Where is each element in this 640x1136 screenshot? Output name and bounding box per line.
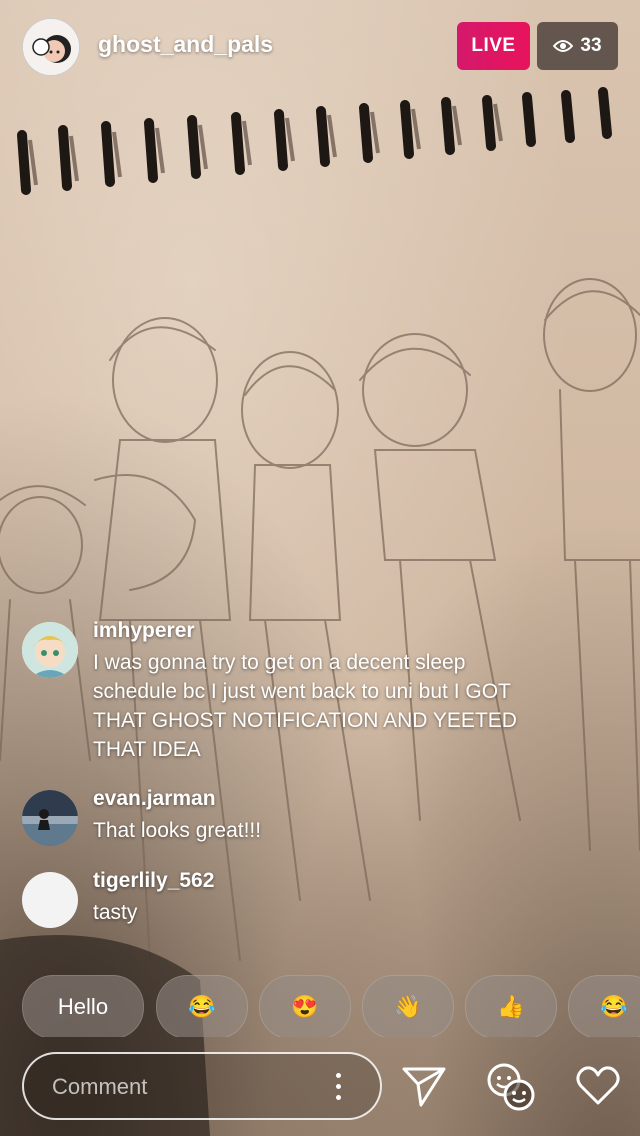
like-button[interactable] bbox=[570, 1058, 626, 1114]
paper-plane-icon bbox=[402, 1067, 446, 1107]
invite-guest-button[interactable] bbox=[482, 1058, 538, 1114]
host-avatar[interactable] bbox=[22, 18, 80, 76]
spiral-binding bbox=[17, 87, 612, 195]
live-badge: LIVE bbox=[457, 22, 530, 70]
host-username[interactable]: ghost_and_pals bbox=[98, 31, 273, 58]
comment-item: evan.jarman That looks great!!! bbox=[22, 787, 542, 860]
comment-composer bbox=[22, 1052, 382, 1120]
quick-replies-row: Hello 😂 😍 👋 👍 😂 bbox=[22, 975, 640, 1037]
commenter-username[interactable]: imhyperer bbox=[93, 619, 195, 643]
comment-item: tigerlily_562 tasty bbox=[22, 869, 542, 942]
sketchbook-drawing bbox=[0, 87, 640, 1136]
quick-reply-hello[interactable]: Hello bbox=[22, 975, 144, 1037]
eye-icon bbox=[553, 40, 574, 52]
commenter-username[interactable]: tigerlily_562 bbox=[93, 869, 214, 893]
quick-reply-wave-emoji[interactable]: 👋 bbox=[362, 975, 454, 1037]
viewer-count: 33 bbox=[580, 35, 602, 56]
comment-text: That looks great!!! bbox=[93, 819, 262, 842]
comment-text: tasty bbox=[93, 901, 138, 924]
quick-reply-heart-eyes-emoji[interactable]: 😍 bbox=[259, 975, 351, 1037]
comment-text: I was gonna try to get on a decent sleep… bbox=[93, 651, 517, 761]
quick-reply-thumbs-up-emoji[interactable]: 👍 bbox=[465, 975, 557, 1037]
host-avatar-image bbox=[23, 19, 79, 75]
viewer-count-badge[interactable]: 33 bbox=[537, 22, 618, 70]
commenter-avatar[interactable] bbox=[22, 872, 78, 928]
commenter-avatar-image bbox=[22, 622, 78, 678]
faces-icon bbox=[487, 1063, 535, 1111]
quick-reply-joy-emoji[interactable]: 😂 bbox=[156, 975, 248, 1037]
commenter-avatar[interactable] bbox=[22, 622, 78, 678]
commenter-avatar-image bbox=[22, 790, 78, 846]
send-button[interactable] bbox=[396, 1058, 452, 1114]
comment-input[interactable] bbox=[50, 1054, 314, 1120]
heart-icon bbox=[576, 1066, 620, 1105]
live-video-stage bbox=[0, 0, 640, 1136]
quick-reply-joy-emoji-2[interactable]: 😂 bbox=[568, 975, 640, 1037]
comment-item: imhyperer I was gonna try to get on a de… bbox=[22, 619, 542, 772]
commenter-avatar[interactable] bbox=[22, 790, 78, 846]
commenter-username[interactable]: evan.jarman bbox=[93, 787, 216, 811]
stream-header: ghost_and_pals LIVE 33 bbox=[0, 0, 640, 96]
more-vertical-icon[interactable] bbox=[336, 1073, 342, 1101]
